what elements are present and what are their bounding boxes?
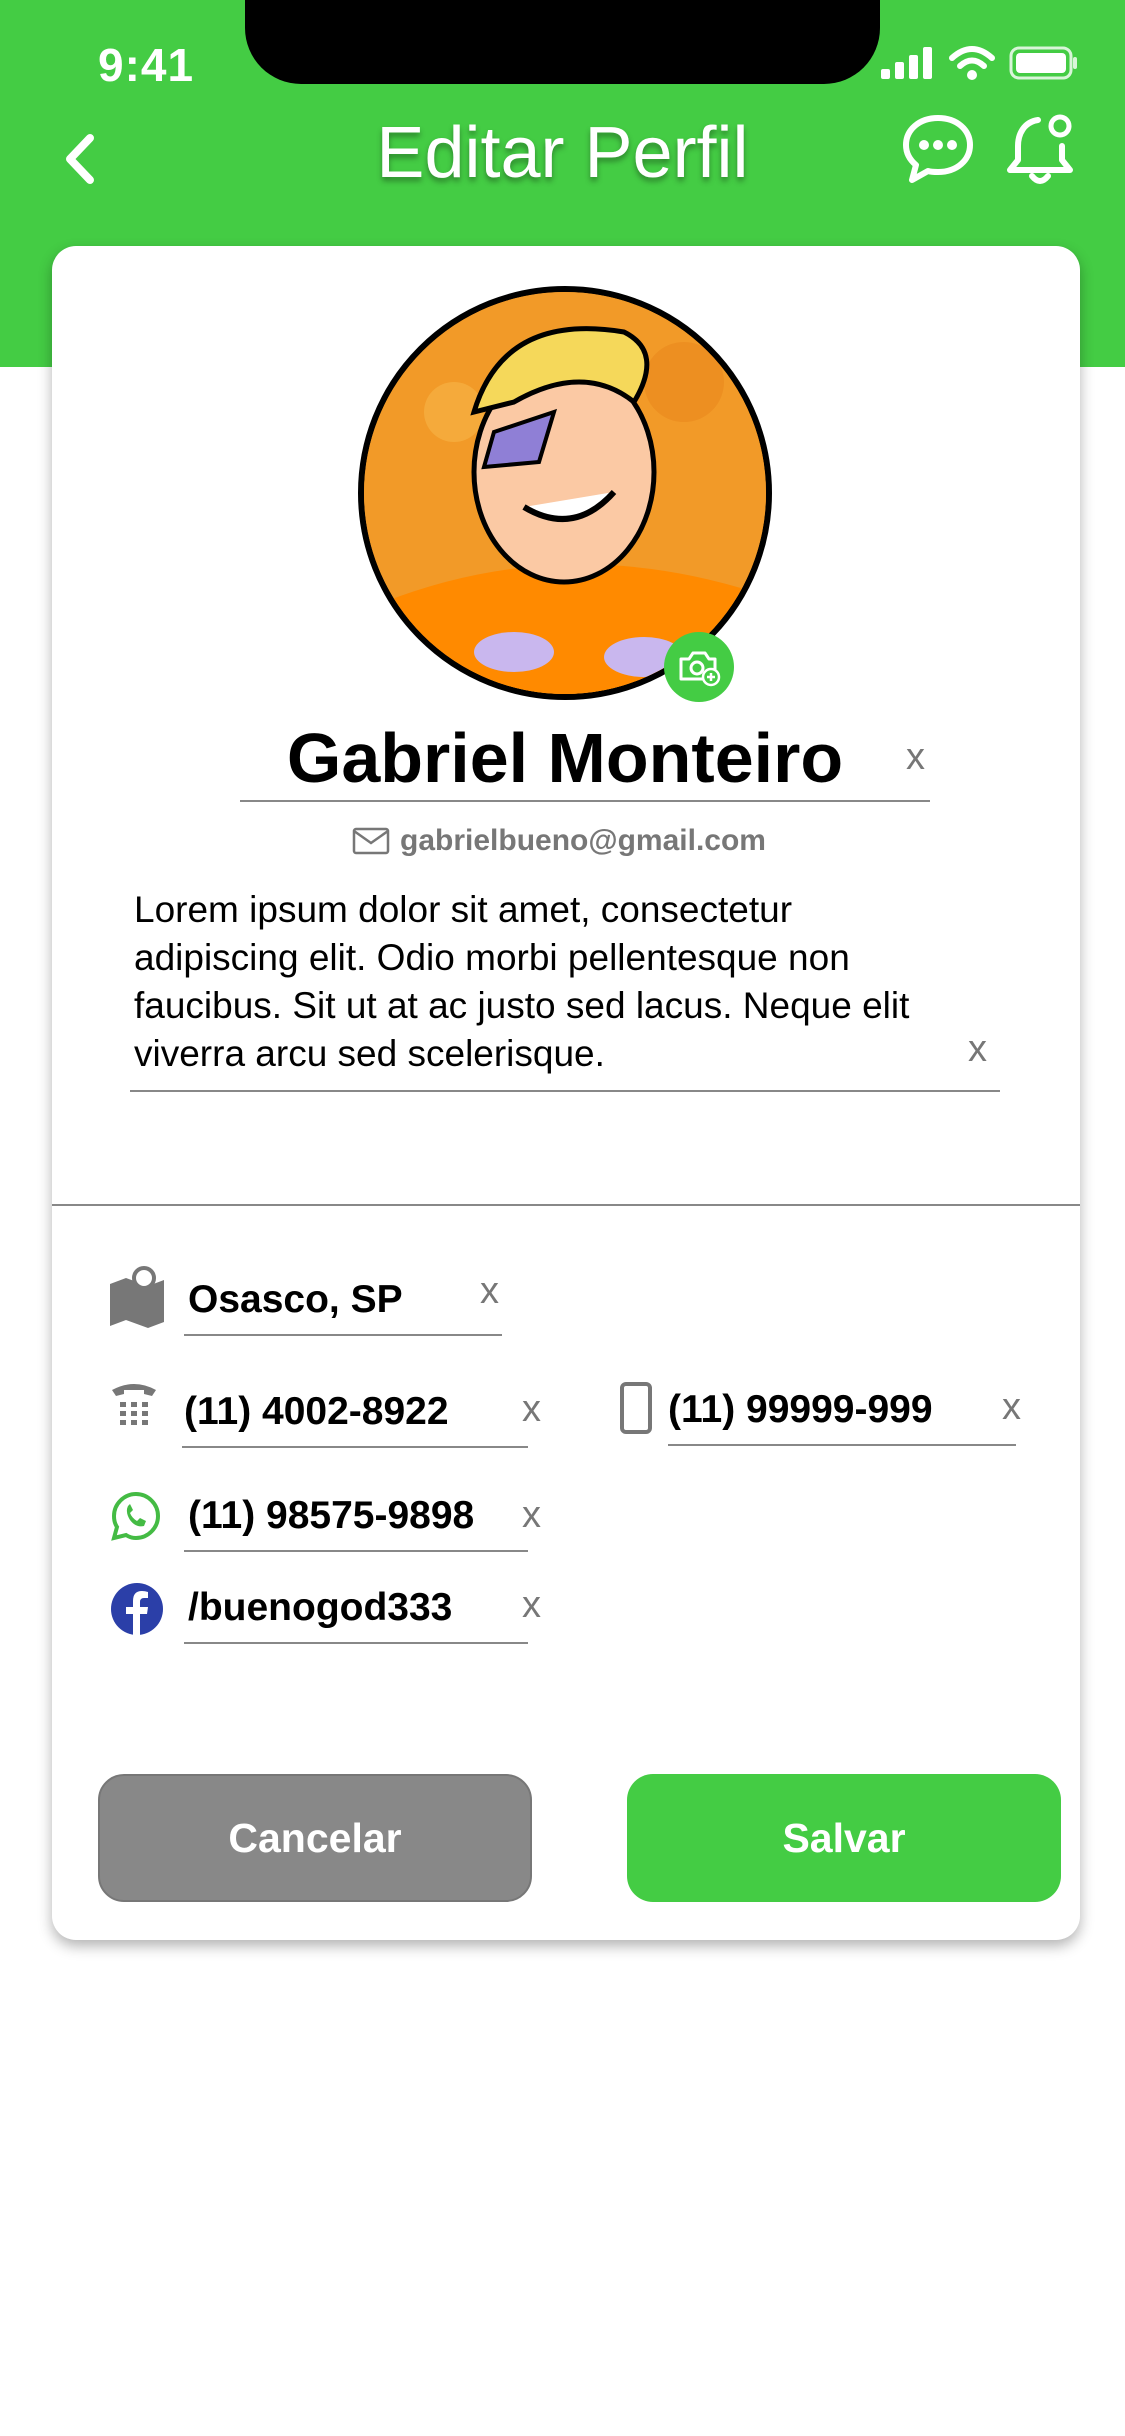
bio-input[interactable]: Lorem ipsum dolor sit amet, consectetur …	[134, 886, 954, 1078]
mail-icon	[352, 827, 390, 855]
cancel-button[interactable]: Cancelar	[98, 1774, 532, 1902]
bio-field[interactable]: Lorem ipsum dolor sit amet, consectetur …	[130, 886, 1000, 1092]
clear-location-button[interactable]: x	[480, 1270, 499, 1313]
status-icons	[881, 46, 1079, 80]
location-input[interactable]: Osasco, SP	[188, 1278, 403, 1322]
landline-underline	[182, 1446, 528, 1448]
mobile-underline	[668, 1444, 1016, 1446]
whatsapp-input[interactable]: (11) 98575-9898	[188, 1494, 474, 1538]
chat-button[interactable]	[900, 112, 976, 188]
clear-name-button[interactable]: x	[906, 736, 925, 779]
facebook-icon	[111, 1583, 163, 1636]
clear-bio-button[interactable]: x	[968, 1028, 987, 1071]
mobile-phone-icon	[620, 1382, 652, 1434]
facebook-field[interactable]: /buenogod333	[184, 1574, 528, 1644]
signal-icon	[881, 47, 932, 79]
device-notch	[245, 0, 880, 84]
battery-icon	[1009, 46, 1077, 80]
name-input[interactable]: Gabriel Monteiro	[240, 718, 890, 798]
name-field[interactable]: Gabriel Monteiro x	[240, 716, 930, 802]
section-divider	[52, 1204, 1080, 1206]
clear-landline-button[interactable]: x	[522, 1388, 541, 1431]
whatsapp-underline	[184, 1550, 528, 1552]
location-field[interactable]: Osasco, SP	[184, 1266, 502, 1336]
map-pin-icon	[110, 1266, 164, 1328]
facebook-underline	[184, 1642, 528, 1644]
profile-card: Gabriel Monteiro x gabrielbueno@gmail.co…	[52, 246, 1080, 1940]
camera-plus-icon	[679, 651, 721, 687]
landline-input[interactable]: (11) 4002-8922	[184, 1390, 449, 1434]
status-time: 9:41	[98, 39, 195, 91]
whatsapp-icon	[111, 1491, 161, 1541]
landline-field[interactable]: (11) 4002-8922	[182, 1378, 528, 1448]
telephone-icon	[112, 1384, 156, 1425]
clear-mobile-button[interactable]: x	[1002, 1386, 1021, 1429]
email-row: gabrielbueno@gmail.com	[352, 824, 766, 858]
avatar-container	[358, 286, 772, 702]
clear-whatsapp-button[interactable]: x	[522, 1494, 541, 1537]
facebook-input[interactable]: /buenogod333	[188, 1586, 452, 1630]
wifi-icon	[949, 46, 995, 80]
mobile-input[interactable]: (11) 99999-999	[668, 1388, 933, 1432]
clear-facebook-button[interactable]: x	[522, 1584, 541, 1627]
notifications-button[interactable]	[1004, 110, 1080, 190]
location-underline	[184, 1334, 502, 1336]
email-text: gabrielbueno@gmail.com	[400, 824, 766, 857]
save-button[interactable]: Salvar	[627, 1774, 1061, 1902]
whatsapp-field[interactable]: (11) 98575-9898	[184, 1482, 528, 1552]
change-photo-button[interactable]	[664, 632, 734, 702]
bell-icon	[1007, 114, 1073, 184]
chat-bubble-icon	[903, 115, 973, 183]
mobile-field[interactable]: (11) 99999-999	[668, 1376, 1016, 1446]
